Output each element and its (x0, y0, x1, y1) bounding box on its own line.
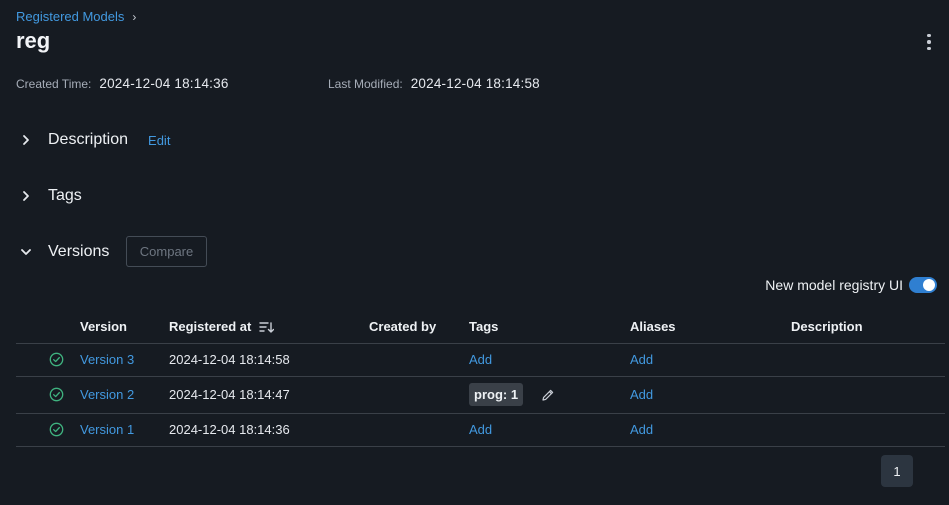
registered-at-cell: 2024-12-04 18:14:58 (169, 343, 369, 377)
created-by-cell (369, 413, 469, 447)
table-row: Version 1 2024-12-04 18:14:36 Add Add (16, 413, 945, 447)
tags-header-label: Tags (469, 318, 499, 334)
versions-table: Version Registered at Created by Tags Al… (16, 310, 945, 447)
compare-button[interactable]: Compare (126, 236, 207, 267)
created-by-cell (369, 343, 469, 377)
created-time-value: 2024-12-04 18:14:36 (99, 76, 229, 91)
tags-column-header: Tags (469, 310, 630, 344)
description-cell (791, 343, 945, 377)
registered-at-cell: 2024-12-04 18:14:36 (169, 413, 369, 447)
table-row: Version 2 2024-12-04 18:14:47 prog: 1 Ad… (16, 376, 945, 414)
version-column-header[interactable]: Version (80, 310, 169, 344)
add-alias-link[interactable]: Add (630, 422, 653, 437)
breadcrumb: Registered Models › (16, 9, 136, 24)
created-time-label: Created Time: (16, 77, 92, 91)
description-section-label: Description (48, 131, 129, 148)
last-modified-label: Last Modified: (328, 77, 403, 91)
check-circle-icon (49, 352, 64, 367)
description-cell (791, 376, 945, 414)
versions-section-label: Versions (48, 243, 110, 260)
created-by-header-label: Created by (369, 318, 437, 334)
status-column-header (16, 310, 80, 344)
registered-at-cell: 2024-12-04 18:14:47 (169, 376, 369, 414)
pencil-icon[interactable] (541, 388, 555, 402)
add-alias-link[interactable]: Add (630, 352, 653, 367)
new-registry-ui-toggle-row: New model registry UI (765, 277, 937, 293)
last-modified: Last Modified: 2024-12-04 18:14:58 (328, 76, 540, 91)
description-cell (791, 413, 945, 447)
created-by-column-header: Created by (369, 310, 469, 344)
tags-section-label: Tags (48, 187, 82, 204)
created-time: Created Time: 2024-12-04 18:14:36 (16, 76, 229, 91)
version-header-label: Version (80, 318, 127, 334)
pagination-page-button[interactable]: 1 (881, 455, 913, 487)
page-title: reg (16, 28, 51, 53)
registered-at-header-label: Registered at (169, 318, 252, 334)
table-header-row: Version Registered at Created by Tags Al… (16, 310, 945, 344)
aliases-header-label: Aliases (630, 318, 676, 334)
registered-at-column-header[interactable]: Registered at (169, 310, 369, 344)
new-registry-ui-toggle[interactable] (909, 277, 937, 293)
versions-section-header[interactable]: Versions (20, 243, 109, 261)
add-alias-link[interactable]: Add (630, 387, 653, 402)
breadcrumb-registered-models-link[interactable]: Registered Models (16, 9, 124, 24)
check-circle-icon (49, 422, 64, 437)
sort-descending-icon[interactable] (259, 321, 274, 334)
breadcrumb-separator-icon: › (132, 9, 137, 24)
check-circle-icon (49, 387, 64, 402)
description-column-header: Description (791, 310, 945, 344)
description-edit-link[interactable]: Edit (148, 133, 170, 148)
tags-section-header[interactable]: Tags (20, 187, 82, 205)
add-tag-link[interactable]: Add (469, 352, 492, 367)
table-row: Version 3 2024-12-04 18:14:58 Add Add (16, 343, 945, 377)
add-tag-link[interactable]: Add (469, 422, 492, 437)
description-section-header[interactable]: Description Edit (20, 131, 170, 149)
version-link[interactable]: Version 2 (80, 387, 134, 402)
chevron-right-icon (23, 135, 29, 145)
chevron-right-icon (23, 191, 29, 201)
chevron-down-icon (21, 249, 31, 255)
created-by-cell (369, 376, 469, 414)
new-registry-ui-label: New model registry UI (765, 277, 903, 293)
tag-chip: prog: 1 (469, 383, 524, 406)
description-header-label: Description (791, 318, 863, 334)
last-modified-value: 2024-12-04 18:14:58 (410, 76, 540, 91)
version-link[interactable]: Version 1 (80, 422, 134, 437)
more-options-icon[interactable] (922, 32, 936, 52)
version-link[interactable]: Version 3 (80, 352, 134, 367)
aliases-column-header: Aliases (630, 310, 791, 344)
